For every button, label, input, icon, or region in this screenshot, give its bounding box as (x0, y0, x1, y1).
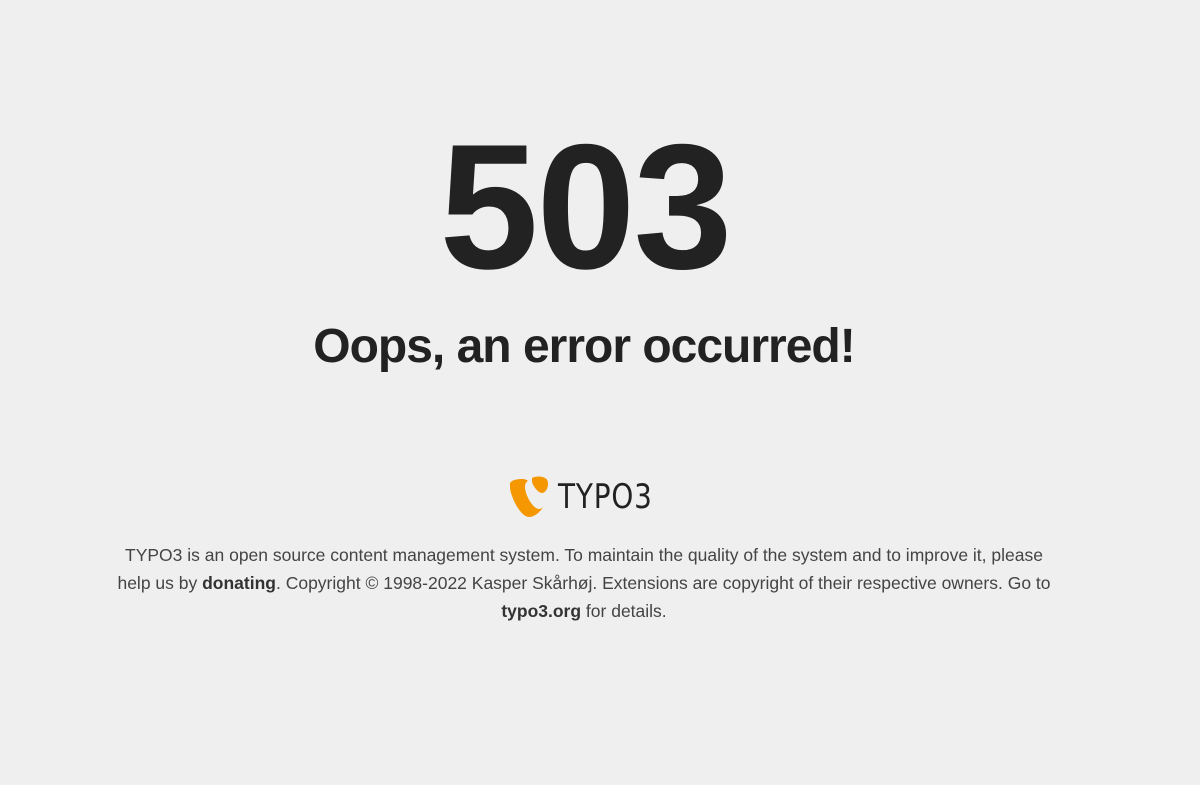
footer-text: TYPO3 is an open source content manageme… (110, 541, 1058, 625)
logo-text: TYPO3 (558, 477, 653, 517)
typo3-logo-icon (510, 476, 548, 517)
typo3-org-link[interactable]: typo3.org (501, 601, 581, 621)
error-code: 503 (439, 107, 733, 306)
footer-text-part-3: for details. (581, 601, 667, 621)
error-message: Oops, an error occurred! (313, 320, 855, 373)
donate-link[interactable]: donating (202, 573, 276, 593)
typo3-logo[interactable]: TYPO3 (508, 474, 673, 520)
error-page: 503 Oops, an error occurred! TYPO3 TYPO3… (0, 0, 1200, 785)
footer-text-part-2: . Copyright © 1998-2022 Kasper Skårhøj. … (275, 573, 1051, 593)
